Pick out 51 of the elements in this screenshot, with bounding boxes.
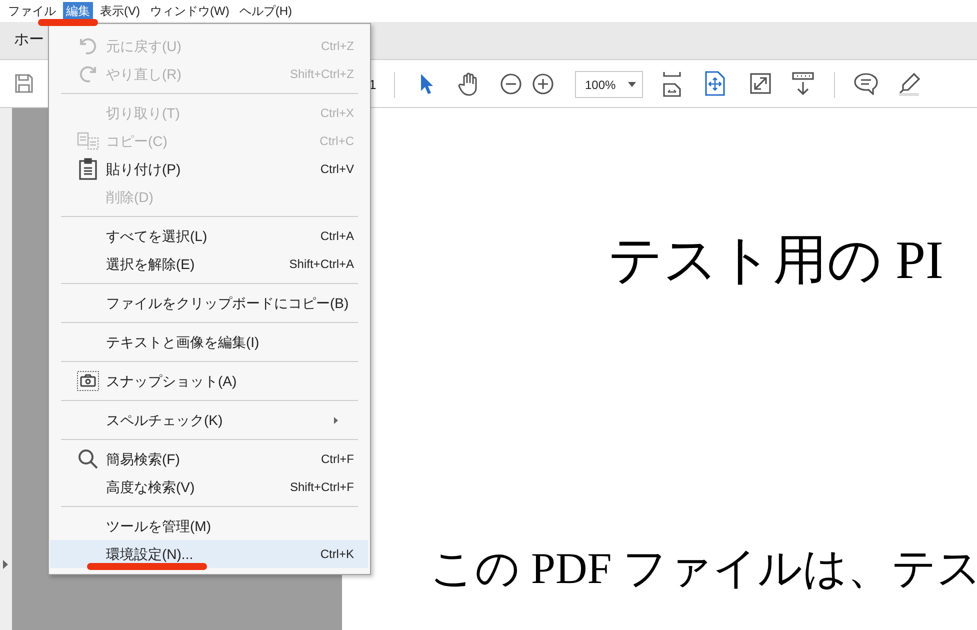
menu-item[interactable]: すべてを選択(L) Ctrl+A [50,222,368,250]
comment-icon[interactable] [854,73,878,95]
shortcut-label: Shift+Ctrl+A [289,256,355,273]
document-title: テスト用の PI [608,229,944,292]
menu-item[interactable]: スナップショット(A) [50,367,368,395]
shortcut-label: Shift+Ctrl+F [290,479,355,496]
shortcut-label: Ctrl+A [320,228,355,245]
menu-bar-item[interactable]: 編集 [63,2,93,20]
shortcut-label: Ctrl+X [320,105,355,122]
menu-bar-item[interactable]: ヘルプ(H) [236,2,295,20]
caret-icon [628,82,636,87]
tab-label[interactable]: ホー [14,29,44,52]
redo-icon [78,64,98,84]
shortcut-label: Ctrl+Z [321,38,355,55]
menu-item[interactable]: 簡易検索(F) Ctrl+F [50,445,368,473]
camera-icon [77,371,99,391]
menu-bar-item[interactable]: ウィンドウ(W) [147,2,232,20]
submenu-arrow-icon [334,416,338,424]
menu-item[interactable]: テキストと画像を編集(I) [50,328,368,356]
menu-item[interactable]: 環境設定(N)... Ctrl+K [50,540,368,568]
highlighter-icon[interactable] [897,72,921,96]
read-mode-icon[interactable] [792,72,814,96]
document-text-line: この PDF ファイルは、テス [430,544,977,594]
shortcut-label: Ctrl+C [320,133,355,150]
pointer-icon[interactable] [420,73,434,95]
menu-bar-item[interactable]: ファイル [5,2,59,20]
page-arrows-icon[interactable] [705,71,725,96]
search-icon [78,449,98,469]
zoom-out-icon[interactable] [500,73,522,95]
menu-item[interactable]: ツールを管理(M) [50,512,368,540]
menu-item[interactable]: ファイルをクリップボードにコピー(B) [50,289,368,317]
zoom-in-icon[interactable] [532,73,554,95]
marker-underline [38,19,98,26]
shortcut-label: Ctrl+K [320,546,355,563]
copy-icon [77,132,99,150]
menu-item[interactable]: スペルチェック(K) [50,406,368,434]
expand-arrow-icon[interactable] [3,560,8,569]
shortcut-label: Shift+Ctrl+Z [290,66,355,83]
shortcut-label: Ctrl+F [321,451,355,468]
menu-item[interactable]: 選択を解除(E) Shift+Ctrl+A [50,250,368,278]
shortcut-label: Ctrl+V [320,161,355,178]
menu-item[interactable]: 貼り付け(P) Ctrl+V [50,155,368,183]
menu-bar-item[interactable]: 表示(V) [97,2,143,20]
menu-item[interactable]: 高度な検索(V) Shift+Ctrl+F [50,473,368,501]
clipboard-icon [79,158,97,180]
undo-icon [78,36,98,56]
zoom-dropdown[interactable]: 100% [575,71,643,98]
save-icon[interactable] [14,73,34,94]
full-screen-icon[interactable] [750,73,771,94]
hand-icon[interactable] [458,72,480,96]
fit-width-icon[interactable] [662,71,682,97]
